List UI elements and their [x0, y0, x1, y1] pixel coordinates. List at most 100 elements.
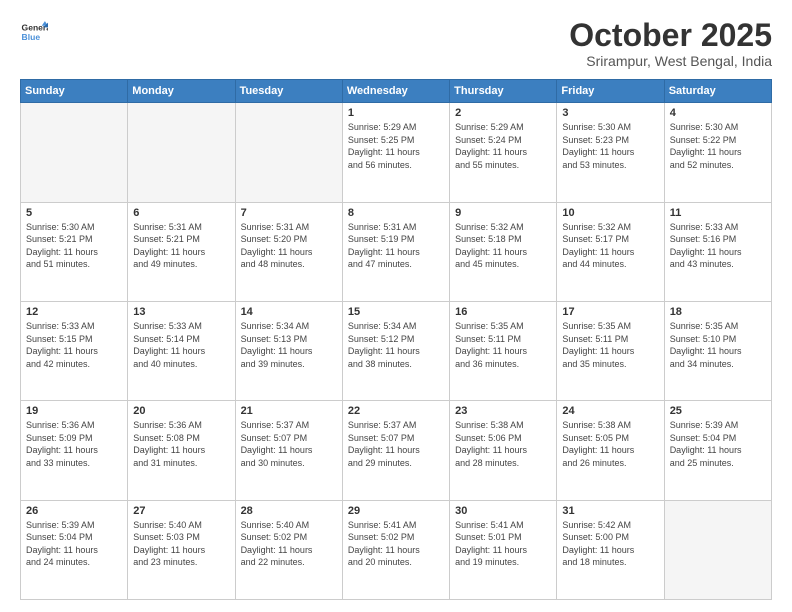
calendar-cell: [128, 103, 235, 202]
day-number: 24: [562, 405, 658, 417]
calendar-cell: 31 Sunrise: 5:42 AM Sunset: 5:00 PM Dayli…: [557, 500, 664, 599]
calendar-cell: 18 Sunrise: 5:35 AM Sunset: 5:10 PM Dayli…: [664, 301, 771, 400]
calendar-cell: 23 Sunrise: 5:38 AM Sunset: 5:06 PM Dayli…: [450, 401, 557, 500]
day-info: Sunrise: 5:41 AM Sunset: 5:02 PM Dayligh…: [348, 519, 444, 569]
month-title: October 2025: [569, 18, 772, 53]
day-info: Sunrise: 5:39 AM Sunset: 5:04 PM Dayligh…: [670, 419, 766, 469]
day-info: Sunrise: 5:29 AM Sunset: 5:24 PM Dayligh…: [455, 121, 551, 171]
day-number: 31: [562, 505, 658, 517]
day-info: Sunrise: 5:36 AM Sunset: 5:09 PM Dayligh…: [26, 419, 122, 469]
weekday-header-wednesday: Wednesday: [342, 80, 449, 103]
svg-text:Blue: Blue: [22, 32, 41, 42]
weekday-header-friday: Friday: [557, 80, 664, 103]
day-info: Sunrise: 5:38 AM Sunset: 5:06 PM Dayligh…: [455, 419, 551, 469]
page-header: General Blue October 2025 Srirampur, Wes…: [20, 18, 772, 69]
calendar-cell: [21, 103, 128, 202]
calendar-cell: 22Sunrise: 5:37 AM Sunset: 5:07 PM Dayli…: [342, 401, 449, 500]
calendar-cell: [664, 500, 771, 599]
day-number: 27: [133, 505, 229, 517]
weekday-header-thursday: Thursday: [450, 80, 557, 103]
day-number: 16: [455, 306, 551, 318]
calendar-cell: 9Sunrise: 5:32 AM Sunset: 5:18 PM Daylig…: [450, 202, 557, 301]
day-info: Sunrise: 5:31 AM Sunset: 5:20 PM Dayligh…: [241, 221, 337, 271]
weekday-header-sunday: Sunday: [21, 80, 128, 103]
day-number: 23: [455, 405, 551, 417]
day-info: Sunrise: 5:34 AM Sunset: 5:13 PM Dayligh…: [241, 320, 337, 370]
calendar-week-4: 19 Sunrise: 5:36 AM Sunset: 5:09 PM Dayli…: [21, 401, 772, 500]
day-info: Sunrise: 5:40 AM Sunset: 5:02 PM Dayligh…: [241, 519, 337, 569]
calendar-cell: 29 Sunrise: 5:41 AM Sunset: 5:02 PM Dayli…: [342, 500, 449, 599]
day-info: Sunrise: 5:42 AM Sunset: 5:00 PM Dayligh…: [562, 519, 658, 569]
day-number: 18: [670, 306, 766, 318]
weekday-header-saturday: Saturday: [664, 80, 771, 103]
calendar-cell: [235, 103, 342, 202]
day-info: Sunrise: 5:33 AM Sunset: 5:14 PM Dayligh…: [133, 320, 229, 370]
calendar-cell: 21 Sunrise: 5:37 AM Sunset: 5:07 PM Dayli…: [235, 401, 342, 500]
day-info: Sunrise: 5:35 AM Sunset: 5:10 PM Dayligh…: [670, 320, 766, 370]
calendar-cell: 15 Sunrise: 5:34 AM Sunset: 5:12 PM Dayli…: [342, 301, 449, 400]
day-number: 4: [670, 107, 766, 119]
day-info: Sunrise: 5:41 AM Sunset: 5:01 PM Dayligh…: [455, 519, 551, 569]
day-number: 12: [26, 306, 122, 318]
day-info: Sunrise: 5:32 AM Sunset: 5:17 PM Dayligh…: [562, 221, 658, 271]
day-number: 13: [133, 306, 229, 318]
calendar-cell: 20 Sunrise: 5:36 AM Sunset: 5:08 PM Dayli…: [128, 401, 235, 500]
day-number: 25: [670, 405, 766, 417]
calendar-cell: 4 Sunrise: 5:30 AM Sunset: 5:22 PM Daylig…: [664, 103, 771, 202]
calendar-cell: 28 Sunrise: 5:40 AM Sunset: 5:02 PM Dayli…: [235, 500, 342, 599]
calendar-cell: 26 Sunrise: 5:39 AM Sunset: 5:04 PM Dayli…: [21, 500, 128, 599]
day-number: 5: [26, 207, 122, 219]
day-number: 22: [348, 405, 444, 417]
day-number: 29: [348, 505, 444, 517]
calendar-cell: 3 Sunrise: 5:30 AM Sunset: 5:23 PM Daylig…: [557, 103, 664, 202]
day-info: Sunrise: 5:33 AM Sunset: 5:16 PM Dayligh…: [670, 221, 766, 271]
calendar-cell: 14Sunrise: 5:34 AM Sunset: 5:13 PM Dayli…: [235, 301, 342, 400]
calendar-cell: 17 Sunrise: 5:35 AM Sunset: 5:11 PM Dayli…: [557, 301, 664, 400]
logo: General Blue: [20, 18, 48, 46]
day-info: Sunrise: 5:37 AM Sunset: 5:07 PM Dayligh…: [241, 419, 337, 469]
day-info: Sunrise: 5:31 AM Sunset: 5:21 PM Dayligh…: [133, 221, 229, 271]
calendar-cell: 12 Sunrise: 5:33 AM Sunset: 5:15 PM Dayli…: [21, 301, 128, 400]
day-info: Sunrise: 5:33 AM Sunset: 5:15 PM Dayligh…: [26, 320, 122, 370]
calendar-cell: 2 Sunrise: 5:29 AM Sunset: 5:24 PM Daylig…: [450, 103, 557, 202]
day-info: Sunrise: 5:38 AM Sunset: 5:05 PM Dayligh…: [562, 419, 658, 469]
day-number: 30: [455, 505, 551, 517]
day-number: 11: [670, 207, 766, 219]
calendar-cell: 6Sunrise: 5:31 AM Sunset: 5:21 PM Daylig…: [128, 202, 235, 301]
day-info: Sunrise: 5:34 AM Sunset: 5:12 PM Dayligh…: [348, 320, 444, 370]
logo-icon: General Blue: [20, 18, 48, 46]
day-number: 3: [562, 107, 658, 119]
day-info: Sunrise: 5:35 AM Sunset: 5:11 PM Dayligh…: [562, 320, 658, 370]
calendar-cell: 24 Sunrise: 5:38 AM Sunset: 5:05 PM Dayli…: [557, 401, 664, 500]
calendar-week-2: 5Sunrise: 5:30 AM Sunset: 5:21 PM Daylig…: [21, 202, 772, 301]
day-number: 28: [241, 505, 337, 517]
day-number: 26: [26, 505, 122, 517]
calendar-cell: 13 Sunrise: 5:33 AM Sunset: 5:14 PM Dayli…: [128, 301, 235, 400]
calendar-cell: 7 Sunrise: 5:31 AM Sunset: 5:20 PM Daylig…: [235, 202, 342, 301]
day-number: 19: [26, 405, 122, 417]
day-number: 21: [241, 405, 337, 417]
calendar-week-3: 12 Sunrise: 5:33 AM Sunset: 5:15 PM Dayli…: [21, 301, 772, 400]
day-info: Sunrise: 5:29 AM Sunset: 5:25 PM Dayligh…: [348, 121, 444, 171]
day-info: Sunrise: 5:40 AM Sunset: 5:03 PM Dayligh…: [133, 519, 229, 569]
calendar-week-5: 26 Sunrise: 5:39 AM Sunset: 5:04 PM Dayli…: [21, 500, 772, 599]
day-info: Sunrise: 5:39 AM Sunset: 5:04 PM Dayligh…: [26, 519, 122, 569]
day-info: Sunrise: 5:30 AM Sunset: 5:22 PM Dayligh…: [670, 121, 766, 171]
weekday-header-monday: Monday: [128, 80, 235, 103]
day-number: 1: [348, 107, 444, 119]
weekday-header-tuesday: Tuesday: [235, 80, 342, 103]
day-info: Sunrise: 5:30 AM Sunset: 5:23 PM Dayligh…: [562, 121, 658, 171]
calendar-cell: 11 Sunrise: 5:33 AM Sunset: 5:16 PM Dayli…: [664, 202, 771, 301]
weekday-header-row: SundayMondayTuesdayWednesdayThursdayFrid…: [21, 80, 772, 103]
day-number: 20: [133, 405, 229, 417]
day-number: 2: [455, 107, 551, 119]
day-number: 7: [241, 207, 337, 219]
day-info: Sunrise: 5:36 AM Sunset: 5:08 PM Dayligh…: [133, 419, 229, 469]
calendar-cell: 30 Sunrise: 5:41 AM Sunset: 5:01 PM Dayli…: [450, 500, 557, 599]
day-number: 10: [562, 207, 658, 219]
day-number: 17: [562, 306, 658, 318]
calendar-cell: 16Sunrise: 5:35 AM Sunset: 5:11 PM Dayli…: [450, 301, 557, 400]
calendar-cell: 8Sunrise: 5:31 AM Sunset: 5:19 PM Daylig…: [342, 202, 449, 301]
day-number: 15: [348, 306, 444, 318]
day-number: 9: [455, 207, 551, 219]
